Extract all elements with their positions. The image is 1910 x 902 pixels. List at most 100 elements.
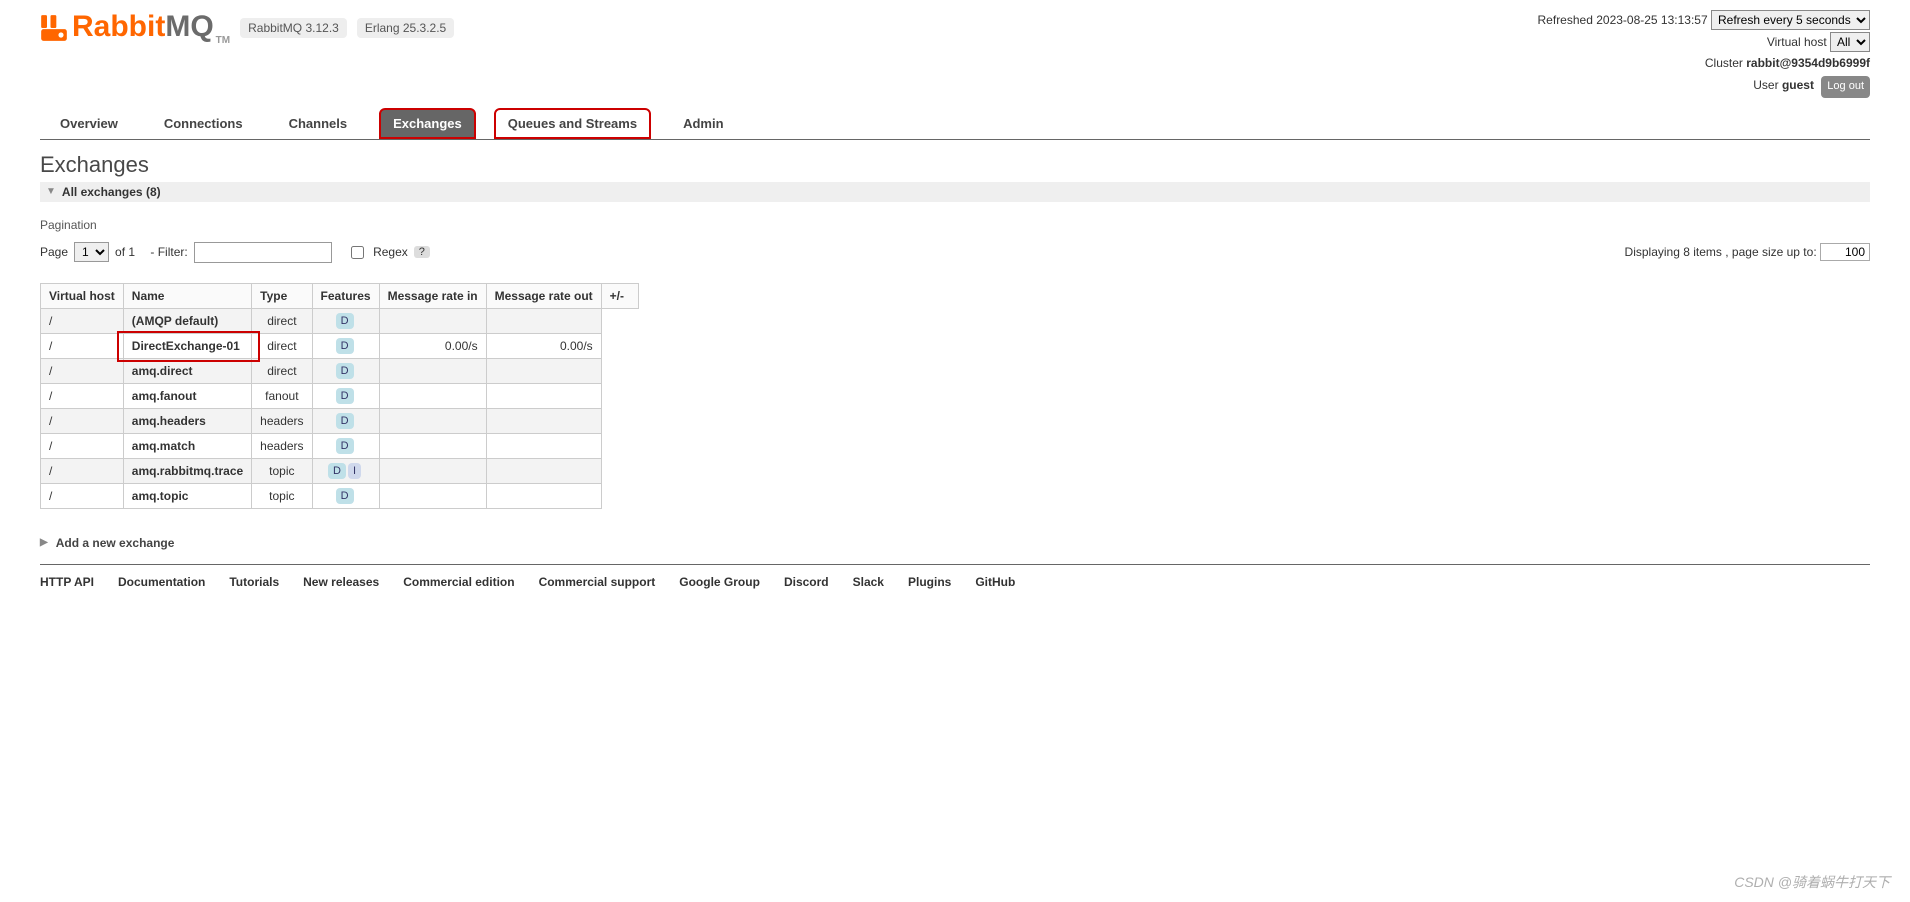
cell-rate-in — [379, 358, 486, 383]
exchange-link[interactable]: amq.match — [132, 439, 195, 453]
cell-type: topic — [252, 458, 312, 483]
nav-tabs: Overview Connections Channels Exchanges Queu… — [40, 108, 1870, 140]
cell-vhost: / — [41, 333, 124, 358]
cell-features: DI — [312, 458, 379, 483]
cell-type: topic — [252, 483, 312, 508]
regex-help-icon[interactable]: ? — [414, 246, 430, 258]
table-row: /amq.rabbitmq.tracetopicDI — [41, 458, 639, 483]
display-count-text: Displaying 8 items , page size up to: — [1625, 245, 1817, 259]
col-vhost[interactable]: Virtual host — [41, 283, 124, 308]
vhost-label: Virtual host — [1767, 35, 1827, 49]
exchange-link[interactable]: amq.fanout — [132, 389, 197, 403]
cell-vhost: / — [41, 483, 124, 508]
add-new-exchange[interactable]: ▶ Add a new exchange — [40, 536, 1870, 550]
footer-link-new-releases[interactable]: New releases — [303, 575, 379, 589]
footer-link-discord[interactable]: Discord — [784, 575, 829, 589]
cell-rate-in — [379, 308, 486, 333]
cell-rate-out — [486, 408, 601, 433]
col-rate-out[interactable]: Message rate out — [486, 283, 601, 308]
erlang-badge: Erlang 25.3.2.5 — [357, 18, 454, 38]
feature-badge-d: D — [336, 438, 354, 454]
table-row: /(AMQP default)directD — [41, 308, 639, 333]
cell-rate-in: 0.00/s — [379, 333, 486, 358]
cell-features: D — [312, 433, 379, 458]
tab-connections[interactable]: Connections — [150, 108, 257, 139]
rabbitmq-icon — [40, 14, 68, 42]
footer-link-plugins[interactable]: Plugins — [908, 575, 951, 589]
footer-link-commercial-edition[interactable]: Commercial edition — [403, 575, 514, 589]
exchange-link[interactable]: amq.direct — [132, 364, 193, 378]
cell-name: amq.match — [123, 433, 251, 458]
logout-button[interactable]: Log out — [1821, 76, 1870, 98]
cell-type: headers — [252, 433, 312, 458]
table-row: /amq.headersheadersD — [41, 408, 639, 433]
table-row: /amq.fanoutfanoutD — [41, 383, 639, 408]
user-name: guest — [1782, 78, 1814, 92]
cell-rate-in — [379, 433, 486, 458]
col-name[interactable]: Name — [123, 283, 251, 308]
cell-name: amq.fanout — [123, 383, 251, 408]
refreshed-label: Refreshed 2023-08-25 13:13:57 — [1538, 13, 1708, 27]
chevron-down-icon: ▼ — [46, 186, 56, 197]
cell-rate-out — [486, 483, 601, 508]
feature-badge-i: I — [348, 463, 361, 479]
cell-type: direct — [252, 358, 312, 383]
cell-rate-in — [379, 383, 486, 408]
page-of-text: of 1 — [115, 245, 135, 259]
section-all-exchanges-label: All exchanges (8) — [62, 185, 161, 199]
cell-rate-out — [486, 358, 601, 383]
vhost-select[interactable]: All — [1830, 32, 1870, 52]
refresh-interval-select[interactable]: Refresh every 5 seconds — [1711, 10, 1870, 30]
cell-name: amq.direct — [123, 358, 251, 383]
cell-rate-in — [379, 408, 486, 433]
footer-link-http-api[interactable]: HTTP API — [40, 575, 94, 589]
section-all-exchanges[interactable]: ▼ All exchanges (8) — [40, 182, 1870, 202]
cell-name: (AMQP default) — [123, 308, 251, 333]
regex-label: Regex — [373, 245, 408, 259]
logo: RabbitMQTM — [40, 10, 230, 46]
exchange-link[interactable]: DirectExchange-01 — [132, 339, 240, 353]
tab-queues-and-streams[interactable]: Queues and Streams — [494, 108, 651, 139]
footer-link-slack[interactable]: Slack — [853, 575, 884, 589]
page-select[interactable]: 1 — [74, 242, 109, 262]
page-size-input[interactable] — [1820, 243, 1870, 261]
cell-vhost: / — [41, 408, 124, 433]
table-row: /amq.directdirectD — [41, 358, 639, 383]
cell-features: D — [312, 483, 379, 508]
exchange-link[interactable]: (AMQP default) — [132, 314, 218, 328]
cell-features: D — [312, 333, 379, 358]
footer-link-documentation[interactable]: Documentation — [118, 575, 205, 589]
version-badge: RabbitMQ 3.12.3 — [240, 18, 347, 38]
tab-exchanges[interactable]: Exchanges — [379, 108, 476, 139]
table-row: / amq.topic topicD — [41, 483, 639, 508]
footer-link-commercial-support[interactable]: Commercial support — [539, 575, 656, 589]
footer-link-github[interactable]: GitHub — [975, 575, 1015, 589]
cell-features: D — [312, 308, 379, 333]
feature-badge-d: D — [336, 413, 354, 429]
filter-label: - Filter: — [150, 245, 187, 259]
regex-checkbox[interactable] — [351, 246, 364, 259]
feature-badge-d: D — [328, 463, 346, 479]
cell-rate-out — [486, 458, 601, 483]
cluster-label: Cluster — [1705, 56, 1743, 70]
exchange-link[interactable]: amq.rabbitmq.trace — [132, 464, 243, 478]
col-type[interactable]: Type — [252, 283, 312, 308]
col-rate-in[interactable]: Message rate in — [379, 283, 486, 308]
add-new-exchange-label: Add a new exchange — [56, 536, 175, 550]
exchange-link[interactable]: amq.topic — [132, 489, 189, 503]
tab-admin[interactable]: Admin — [669, 108, 737, 139]
cluster-name: rabbit@9354d9b6999f — [1746, 56, 1870, 70]
cell-rate-in — [379, 483, 486, 508]
cell-name: amq.rabbitmq.trace — [123, 458, 251, 483]
table-row: /amq.matchheadersD — [41, 433, 639, 458]
filter-input[interactable] — [194, 242, 332, 263]
footer-link-tutorials[interactable]: Tutorials — [229, 575, 279, 589]
footer-link-google-group[interactable]: Google Group — [679, 575, 760, 589]
watermark: CSDN @骑着蜗牛打天下 — [1734, 872, 1890, 892]
tab-overview[interactable]: Overview — [46, 108, 132, 139]
tab-channels[interactable]: Channels — [275, 108, 362, 139]
cell-name: DirectExchange-01 — [123, 333, 251, 358]
col-toggle[interactable]: +/- — [601, 283, 638, 308]
exchange-link[interactable]: amq.headers — [132, 414, 206, 428]
feature-badge-d: D — [336, 338, 354, 354]
